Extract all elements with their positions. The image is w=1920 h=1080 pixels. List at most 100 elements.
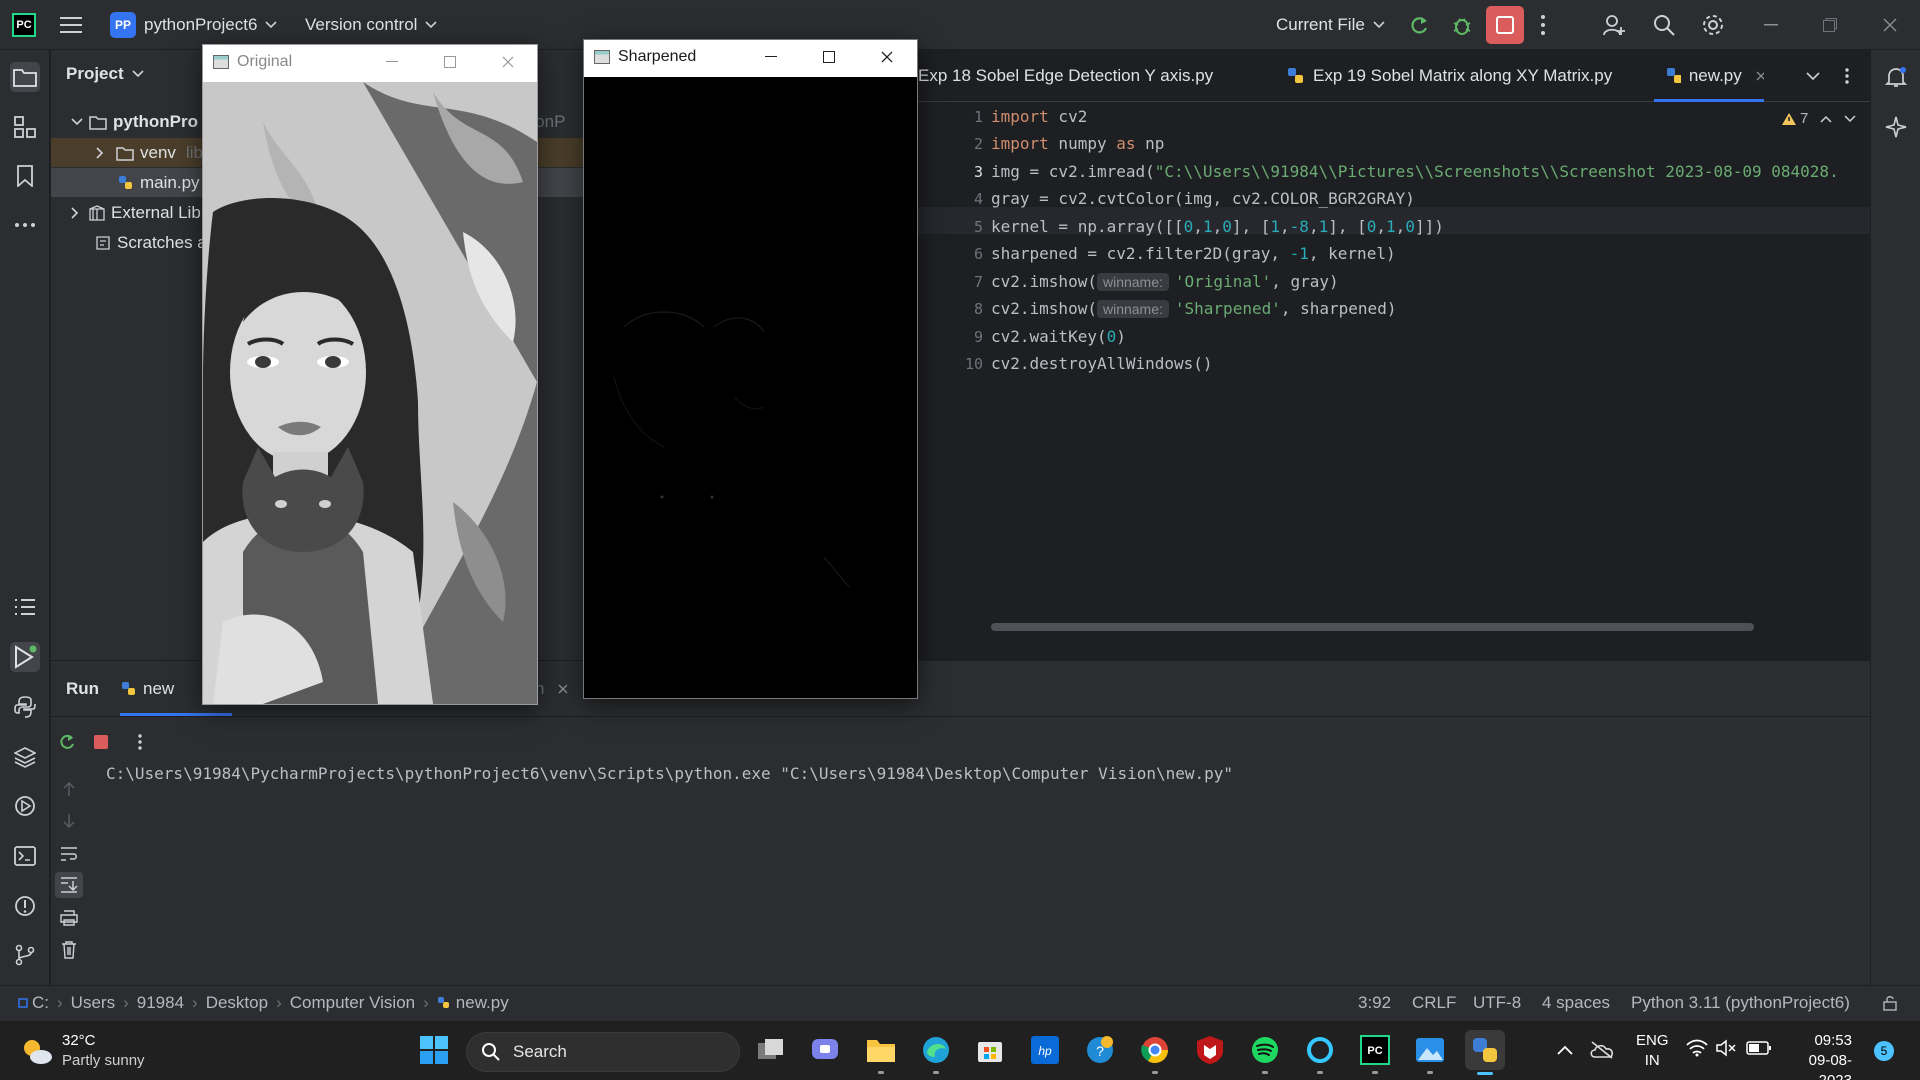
task-view-button[interactable] <box>751 1030 791 1070</box>
structure-tool-button[interactable] <box>10 112 40 142</box>
sharpened-image-window[interactable]: Sharpened <box>583 39 918 699</box>
maximize-button[interactable] <box>800 40 858 74</box>
spotify-app[interactable] <box>1245 1030 1285 1074</box>
minimize-button[interactable] <box>742 40 800 74</box>
main-menu-icon[interactable] <box>60 0 82 50</box>
tab-list-button[interactable] <box>1806 50 1820 102</box>
pycharm-app[interactable]: PC <box>1355 1030 1395 1074</box>
support-app[interactable]: ? <box>1080 1030 1120 1070</box>
run-tab-new[interactable]: new <box>121 661 174 717</box>
git-tool-button[interactable] <box>10 940 40 970</box>
hp-app[interactable]: hp <box>1025 1030 1065 1070</box>
tab-options-button[interactable] <box>1844 50 1850 102</box>
file-explorer-app[interactable] <box>861 1030 901 1074</box>
run-console-output[interactable]: C:\Users\91984\PycharmProjects\pythonPro… <box>106 764 1233 783</box>
problems-tool-button[interactable] <box>10 891 40 921</box>
minimize-window-button[interactable] <box>1764 0 1778 50</box>
file-encoding[interactable]: UTF-8 <box>1473 993 1521 1013</box>
close-button[interactable] <box>858 40 916 74</box>
tree-root-project[interactable]: pythonPro thonP <box>71 107 565 137</box>
close-window-button[interactable] <box>1883 0 1897 50</box>
code-line[interactable]: cv2.destroyAllWindows() <box>991 354 1213 373</box>
python-console-button[interactable] <box>10 692 40 722</box>
tab-new-py[interactable]: new.py <box>1654 50 1764 102</box>
soft-wrap-icon[interactable] <box>60 846 78 862</box>
code-line[interactable]: img = cv2.imread("C:\\Users\\91984\\Pict… <box>991 162 1839 181</box>
ai-assistant-button[interactable] <box>1881 112 1911 142</box>
chevron-down-icon[interactable] <box>1844 114 1856 123</box>
chevron-up-icon[interactable] <box>1820 115 1832 123</box>
run-config-selector[interactable]: Current File <box>1276 0 1385 50</box>
python-packages-button[interactable] <box>10 742 40 772</box>
indent-setting[interactable]: 4 spaces <box>1542 993 1610 1013</box>
breadcrumb-item[interactable]: Desktop <box>206 993 268 1013</box>
tab-exp19[interactable]: Exp 19 Sobel Matrix along XY Matrix.py <box>1287 50 1612 102</box>
services-tool-button[interactable] <box>10 791 40 821</box>
code-line[interactable]: cv2.imshow(winname: 'Sharpened', sharpene… <box>991 299 1396 318</box>
tab-exp18[interactable]: Exp 18 Sobel Edge Detection Y axis.py <box>918 50 1213 102</box>
code-line[interactable]: import numpy as np <box>991 134 1164 153</box>
run-more-button[interactable] <box>137 733 143 751</box>
inspection-widget[interactable]: 7 <box>1781 110 1856 127</box>
more-tools-button[interactable] <box>10 210 40 240</box>
microsoft-store-app[interactable] <box>970 1030 1010 1070</box>
notification-badge[interactable]: 5 <box>1874 1041 1894 1061</box>
code-line[interactable]: import cv2 <box>991 107 1087 126</box>
run-tool-button[interactable] <box>10 642 40 672</box>
project-tool-button[interactable] <box>10 62 40 92</box>
breadcrumb-item[interactable]: new.py <box>456 993 509 1013</box>
print-icon[interactable] <box>60 910 78 926</box>
python-interpreter[interactable]: Python 3.11 (pythonProject6) <box>1631 993 1850 1013</box>
photos-app[interactable] <box>1410 1030 1450 1074</box>
stop-button[interactable] <box>1486 0 1524 50</box>
breadcrumb-item[interactable]: C: <box>32 993 49 1013</box>
breadcrumb-item[interactable]: Users <box>71 993 115 1013</box>
system-tray-status[interactable] <box>1686 1039 1772 1057</box>
code-line[interactable]: cv2.imshow(winname: 'Original', gray) <box>991 272 1339 291</box>
notifications-button[interactable] <box>1881 62 1911 92</box>
search-everywhere-button[interactable] <box>1652 0 1676 50</box>
bookmarks-tool-button[interactable] <box>10 161 40 191</box>
maximize-button[interactable] <box>421 45 479 79</box>
tree-item-main-py[interactable]: main.py <box>118 168 200 198</box>
lock-icon[interactable] <box>1882 995 1898 1011</box>
breadcrumb-item[interactable]: 91984 <box>137 993 184 1013</box>
tree-item-external-libraries[interactable]: External Lib <box>71 198 201 228</box>
code-with-me-button[interactable] <box>1602 0 1626 50</box>
line-separator[interactable]: CRLF <box>1412 993 1456 1013</box>
cortana-app[interactable] <box>1300 1030 1340 1074</box>
horizontal-scrollbar[interactable] <box>991 623 1754 631</box>
scroll-to-end-button[interactable] <box>55 872 83 898</box>
onedrive-status[interactable] <box>1582 1030 1622 1070</box>
sharpened-window-titlebar[interactable]: Sharpened <box>584 40 917 74</box>
close-tab-icon[interactable] <box>1756 71 1764 81</box>
code-line[interactable]: kernel = np.array([[0,1,0], [1,-8,1], [0… <box>991 217 1444 236</box>
caret-position[interactable]: 3:92 <box>1358 993 1391 1013</box>
close-tab-icon[interactable] <box>558 684 568 694</box>
input-language[interactable]: ENG IN <box>1636 1031 1669 1071</box>
chrome-browser-app[interactable] <box>1135 1030 1175 1074</box>
code-line[interactable]: cv2.waitKey(0) <box>991 327 1126 346</box>
version-control-menu[interactable]: Version control <box>305 0 438 50</box>
arrow-up-icon[interactable] <box>62 781 76 797</box>
stop-run-button[interactable] <box>93 734 109 750</box>
code-line[interactable]: sharpened = cv2.filter2D(gray, -1, kerne… <box>991 244 1396 263</box>
trash-icon[interactable] <box>61 941 77 959</box>
close-button[interactable] <box>479 45 537 79</box>
original-window-titlebar[interactable]: Original <box>203 45 537 79</box>
run-tab-hidden[interactable]: n <box>535 679 568 699</box>
arrow-down-icon[interactable] <box>62 813 76 829</box>
taskbar-search[interactable]: Search <box>466 1032 740 1072</box>
tree-item-scratches[interactable]: Scratches a <box>95 228 207 258</box>
settings-button[interactable] <box>1701 0 1725 50</box>
teams-chat-app[interactable] <box>806 1030 846 1070</box>
code-line[interactable]: gray = cv2.cvtColor(img, cv2.COLOR_BGR2G… <box>991 189 1415 208</box>
clock[interactable]: 09:53 09-08-2023 <box>1782 1031 1852 1080</box>
minimize-button[interactable] <box>363 45 421 79</box>
show-hidden-icons-button[interactable] <box>1545 1030 1585 1070</box>
start-button[interactable] <box>414 1030 454 1070</box>
debug-button[interactable] <box>1450 0 1474 50</box>
project-pane-header[interactable]: Project <box>66 64 144 84</box>
terminal-tool-button[interactable] <box>10 841 40 871</box>
python-app[interactable] <box>1465 1030 1505 1075</box>
